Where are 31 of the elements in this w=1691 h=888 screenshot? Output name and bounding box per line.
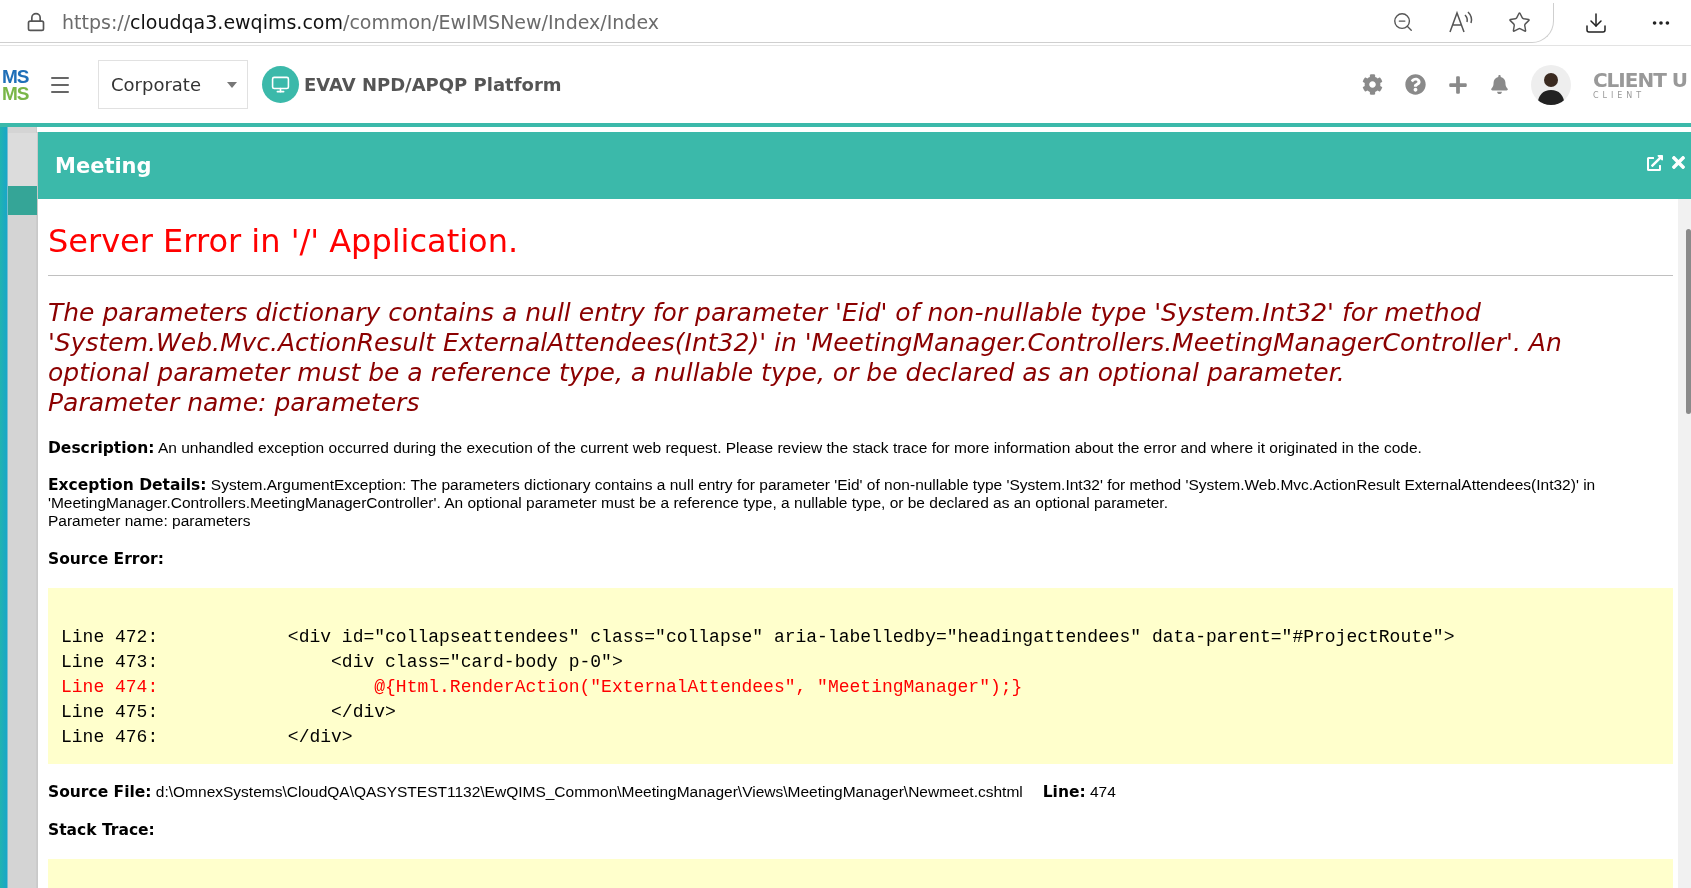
- settings-icon[interactable]: [1361, 74, 1383, 95]
- read-aloud-icon[interactable]: [1448, 10, 1474, 34]
- code-line: Line 476: </div>: [61, 726, 354, 749]
- star-icon[interactable]: [1508, 10, 1531, 34]
- download-icon[interactable]: [1584, 10, 1608, 35]
- source-file-text: Source File: d:\OmnexSystems\CloudQA\QASYSTEST1132\EwQIMS_Common\MeetingManager\Views\MeetingManager\Newmeet.cshtml: [48, 783, 1023, 801]
- exception-details: Exception Details: System.ArgumentException: The parameters dictionary contains a null entry for parameter 'Eid' of non-nullable type 'System.Int32' for method 'System.Web.Mvc.ActionResult ExternalAttendees(Int32)' in 'MeetingManager.Controllers.MeetingManagerController'. An optional parameter must be a reference type, a nullable type, or be declared as an optional parameter. Parameter name: parameters: [48, 476, 1597, 530]
- error-title: Server Error in '/' Application.: [48, 221, 520, 261]
- caret-icon: [227, 81, 237, 88]
- url-field[interactable]: https://cloudqa3.ewqims.com/common/EwIMSNew/Index/Index: [62, 11, 1392, 33]
- code-line: Line 474: @{Html.RenderAction("ExternalAttendees", "MeetingManager");}: [61, 676, 1024, 699]
- lock-icon[interactable]: [26, 12, 46, 32]
- modal-title: Meeting: [55, 153, 152, 178]
- help-icon[interactable]: [1404, 74, 1426, 95]
- org-select[interactable]: Corporate: [98, 60, 248, 109]
- user-role: CLIENT: [1592, 91, 1647, 100]
- plus-icon[interactable]: [1447, 74, 1468, 95]
- monitor-icon: [271, 75, 290, 94]
- zoom-out-icon[interactable]: [1392, 11, 1414, 33]
- code-line: Line 473: <div class="card-body p-0">: [61, 651, 624, 674]
- scrollbar[interactable]: [1678, 199, 1691, 888]
- stack-trace-label: Stack Trace:: [48, 821, 156, 839]
- platform-title: EVAV NPD/APQP Platform: [304, 74, 562, 95]
- code-line: Line 475: </div>: [61, 701, 397, 724]
- bell-icon[interactable]: [1489, 75, 1509, 94]
- description-text: Description: An unhandled exception occurred during the execution of the current web request. Please review the stack trace for more information about the error and where it originated in the code.: [48, 439, 1422, 456]
- logo[interactable]: MS MS: [2, 67, 32, 102]
- source-error-label: Source Error:: [48, 550, 165, 568]
- code-line: Line 472: <div id="collapseattendees" class="collapse" aria-labelledby="headingattendees" data-parent="#ProjectRoute">: [61, 626, 1456, 649]
- source-line-text: Line: 474: [1042, 783, 1116, 801]
- error-message: The parameters dictionary contains a null entry for parameter 'Eid' of non-nullable type 'System.Int32' for method 'System.Web.Mvc.ActionResult ExternalAttendees(Int32)' in 'MeetingManager.Controllers.MeetingManagerController'. An optional parameter must be a reference type, a nullable type, or be declared as an optional parameter. Parameter name: parameters: [48, 298, 1563, 418]
